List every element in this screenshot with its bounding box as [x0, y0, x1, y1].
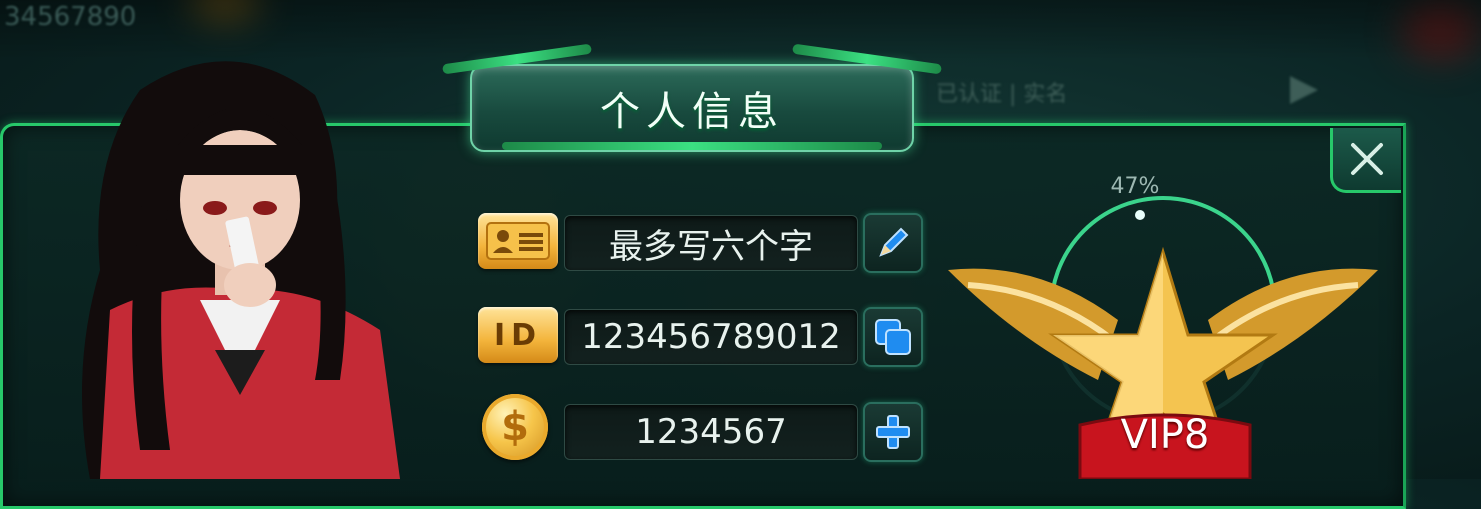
play-arrow-icon: [1290, 76, 1318, 104]
side-blurred-text: 已认证 | 实名: [936, 82, 1068, 107]
pencil-icon: [879, 227, 909, 257]
coins-row: $ 1234567: [478, 394, 923, 462]
coin-balance-field: 1234567: [564, 404, 858, 460]
nickname-field: 最多写六个字: [564, 215, 858, 271]
top-blurred-number: 34567890: [4, 2, 137, 32]
plus-icon: [876, 415, 910, 449]
dollar-coin-icon: $: [482, 394, 548, 460]
id-card-badge: [478, 213, 558, 269]
id-badge-label: ID: [493, 317, 543, 353]
title-plate: 个人信息: [442, 43, 942, 152]
id-card-icon: [486, 222, 550, 260]
id-badge: ID: [478, 307, 558, 363]
page-title: 个人信息: [600, 89, 784, 135]
edit-name-button[interactable]: [863, 213, 923, 273]
add-coins-button[interactable]: [863, 402, 923, 462]
copy-id-button[interactable]: [863, 307, 923, 367]
name-row: 最多写六个字: [478, 213, 923, 273]
vine-decoration: [502, 142, 882, 150]
id-row: ID 123456789012: [478, 307, 923, 367]
copy-icon: [875, 319, 911, 355]
vip-progress-spark: [1135, 210, 1145, 220]
user-id-field: 123456789012: [564, 309, 858, 365]
character-portrait: [82, 61, 400, 479]
vip-level-label: VIP8: [1120, 412, 1210, 458]
